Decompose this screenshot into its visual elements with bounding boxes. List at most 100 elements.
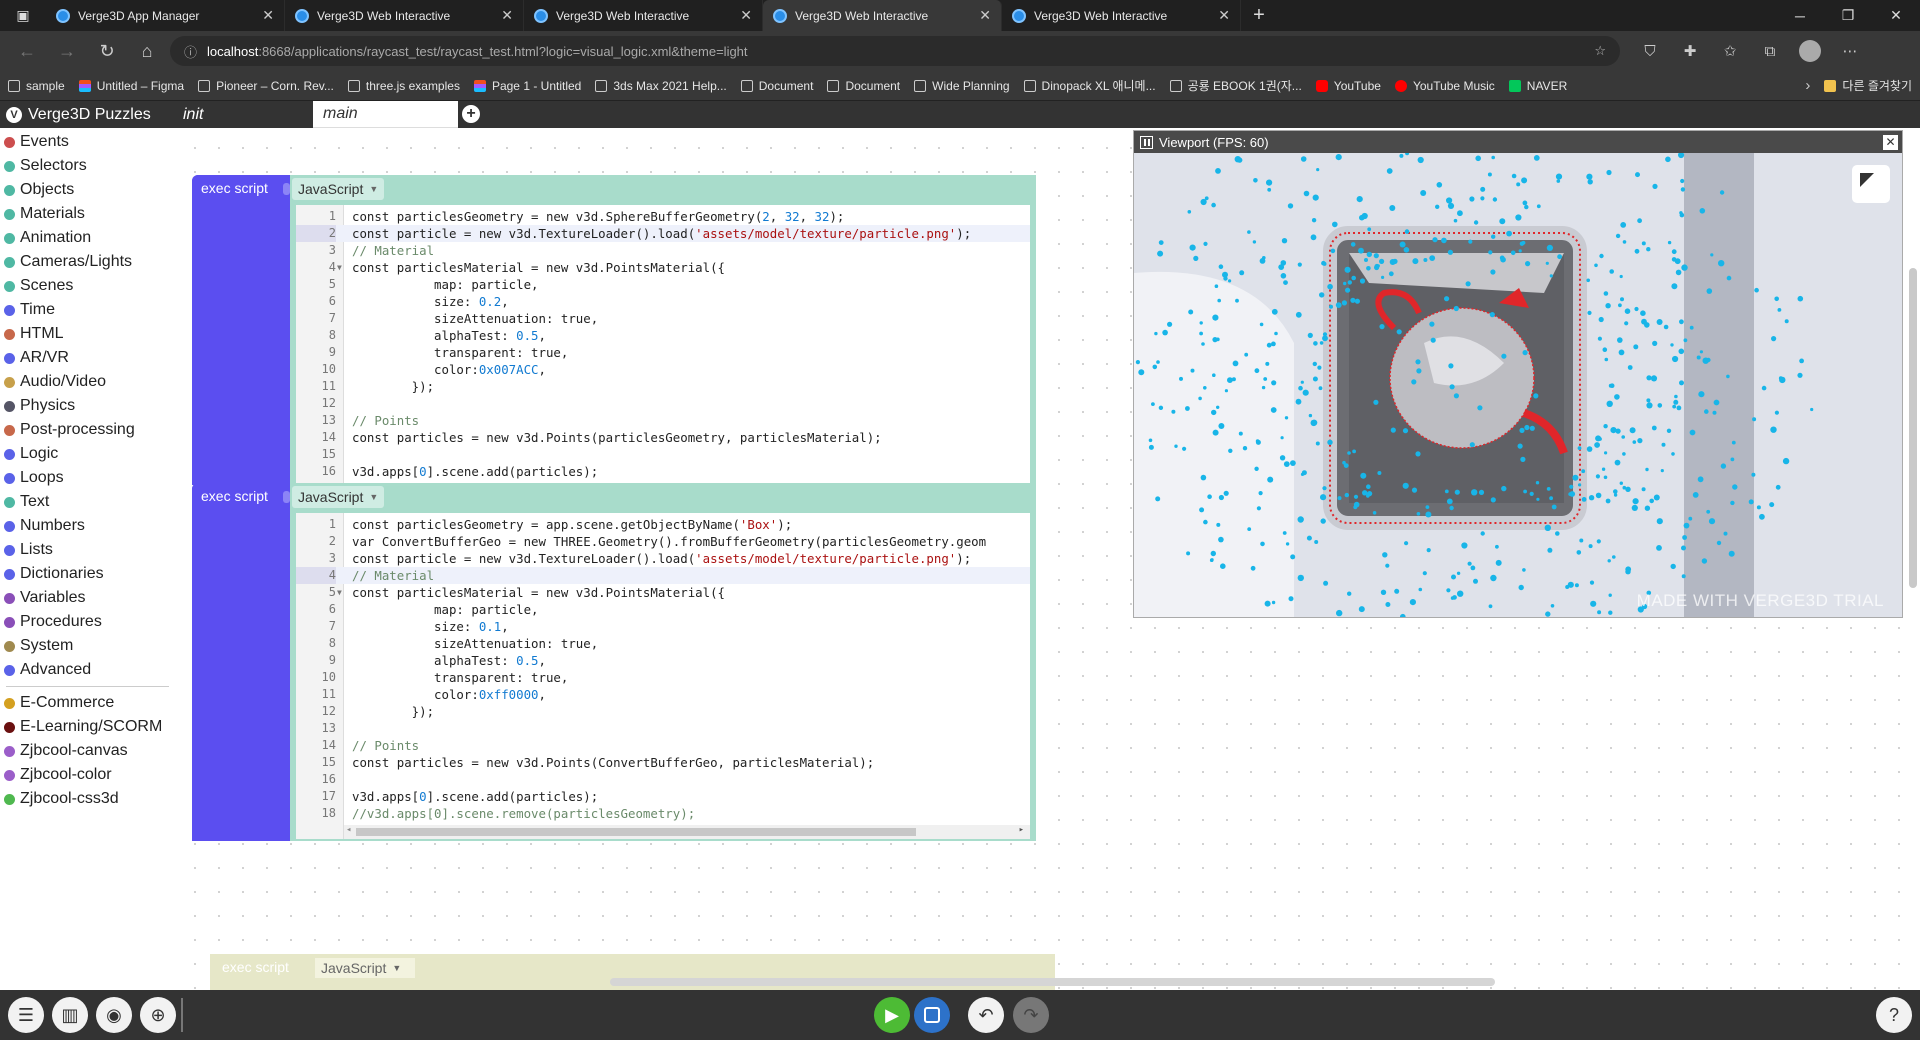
new-tab-button[interactable]: + xyxy=(1241,0,1277,31)
restore-icon[interactable]: ❐ xyxy=(1824,0,1872,31)
favorite-icon[interactable]: ☆ xyxy=(1594,43,1606,59)
run-button[interactable]: ▶ xyxy=(874,997,910,1033)
category-numbers[interactable]: Numbers xyxy=(0,514,175,538)
category-materials[interactable]: Materials xyxy=(0,202,175,226)
code-editor[interactable]: 1 const particlesGeometry = app.scene.get… xyxy=(296,513,1030,839)
redo-icon[interactable]: ↷ xyxy=(1013,997,1049,1033)
category-logic[interactable]: Logic xyxy=(0,442,175,466)
bookmark-item[interactable]: three.js examples xyxy=(347,79,460,93)
exec-script-block[interactable]: exec script JavaScript ▼ 1 const particlesGe… xyxy=(192,175,1036,485)
reload-button[interactable]: ↻ xyxy=(90,36,124,66)
category-text[interactable]: Text xyxy=(0,490,175,514)
fold-arrow-icon[interactable]: ▼ xyxy=(337,259,342,276)
bookmark-item[interactable]: Document xyxy=(827,79,900,93)
tab-init[interactable]: init xyxy=(175,101,313,128)
minimize-icon[interactable]: ─ xyxy=(1776,0,1824,31)
category-advanced[interactable]: Advanced xyxy=(0,658,175,682)
category-selectors[interactable]: Selectors xyxy=(0,154,175,178)
browser-tab[interactable]: Verge3D Web Interactive ✕ xyxy=(1002,0,1241,31)
bookmark-item[interactable]: Untitled – Figma xyxy=(78,79,184,93)
save-button[interactable] xyxy=(914,997,950,1033)
workspace-horizontal-scrollbar[interactable] xyxy=(610,978,1495,986)
category-variables[interactable]: Variables xyxy=(0,586,175,610)
more-menu-icon[interactable]: ⋯ xyxy=(1834,36,1866,66)
category-html[interactable]: HTML xyxy=(0,322,175,346)
bookmark-item[interactable]: YouTube Music xyxy=(1394,79,1495,93)
bookmark-item[interactable]: NAVER xyxy=(1508,79,1567,93)
browser-tab[interactable]: Verge3D Web Interactive ✕ xyxy=(524,0,763,31)
shield-icon[interactable]: ⛉ xyxy=(1634,36,1666,66)
fullscreen-icon[interactable] xyxy=(1852,165,1890,203)
scroll-right-icon[interactable]: ▸ xyxy=(1019,825,1024,835)
category-post-processing[interactable]: Post-processing xyxy=(0,418,175,442)
category-objects[interactable]: Objects xyxy=(0,178,175,202)
bookmarks-overflow-icon[interactable]: › xyxy=(1805,77,1810,94)
close-tab-icon[interactable]: ✕ xyxy=(979,7,991,24)
close-tab-icon[interactable]: ✕ xyxy=(1218,7,1230,24)
category-audio-video[interactable]: Audio/Video xyxy=(0,370,175,394)
category-e-commerce[interactable]: E-Commerce xyxy=(0,691,175,715)
collections-icon[interactable]: ⧉ xyxy=(1754,36,1786,66)
menu-list-icon[interactable]: ☰ xyxy=(8,997,44,1033)
info-icon[interactable]: ⓘ xyxy=(184,42,197,61)
center-view-icon[interactable]: ⊕ xyxy=(140,997,176,1033)
bookmark-item[interactable]: 3ds Max 2021 Help... xyxy=(595,79,727,93)
bookmark-item[interactable]: sample xyxy=(8,79,65,93)
library-icon[interactable]: ▥ xyxy=(52,997,88,1033)
category-time[interactable]: Time xyxy=(0,298,175,322)
category-animation[interactable]: Animation xyxy=(0,226,175,250)
language-dropdown[interactable]: JavaScript ▼ xyxy=(315,958,415,978)
category-system[interactable]: System xyxy=(0,634,175,658)
category-procedures[interactable]: Procedures xyxy=(0,610,175,634)
extensions-icon[interactable]: ✚ xyxy=(1674,36,1706,66)
url-field[interactable]: ⓘ localhost:8668/applications/raycast_te… xyxy=(170,36,1620,66)
language-dropdown[interactable]: JavaScript ▼ xyxy=(292,486,384,508)
category-cameras-lights[interactable]: Cameras/Lights xyxy=(0,250,175,274)
favorites-icon[interactable]: ✩ xyxy=(1714,36,1746,66)
screenshot-icon[interactable]: ◉ xyxy=(96,997,132,1033)
category-zjbcool-color[interactable]: Zjbcool-color xyxy=(0,763,175,787)
back-button[interactable]: ← xyxy=(10,36,44,66)
bookmark-item[interactable]: 공룡 EBOOK 1권(자... xyxy=(1169,77,1302,94)
category-zjbcool-canvas[interactable]: Zjbcool-canvas xyxy=(0,739,175,763)
category-dictionaries[interactable]: Dictionaries xyxy=(0,562,175,586)
category-ar-vr[interactable]: AR/VR xyxy=(0,346,175,370)
category-lists[interactable]: Lists xyxy=(0,538,175,562)
bookmark-item[interactable]: Pioneer – Corn. Rev... xyxy=(198,79,334,93)
vertical-scrollbar[interactable] xyxy=(1906,128,1920,990)
browser-tab[interactable]: Verge3D Web Interactive ✕ xyxy=(763,0,1002,31)
close-window-icon[interactable]: ✕ xyxy=(1872,0,1920,31)
bookmark-item[interactable]: Page 1 - Untitled xyxy=(473,79,581,93)
profile-avatar[interactable] xyxy=(1799,40,1821,62)
category-loops[interactable]: Loops xyxy=(0,466,175,490)
undo-icon[interactable]: ↶ xyxy=(968,997,1004,1033)
pause-icon[interactable] xyxy=(1140,135,1153,149)
category-events[interactable]: Events xyxy=(0,130,175,154)
bookmark-item[interactable]: Wide Planning xyxy=(914,79,1010,93)
fold-arrow-icon[interactable]: ▼ xyxy=(337,584,342,601)
close-icon[interactable]: ✕ xyxy=(1883,134,1898,150)
category-e-learning-scorm[interactable]: E-Learning/SCORM xyxy=(0,715,175,739)
close-tab-icon[interactable]: ✕ xyxy=(740,7,752,24)
bookmark-item[interactable]: YouTube xyxy=(1315,79,1381,93)
category-zjbcool-css3d[interactable]: Zjbcool-css3d xyxy=(0,787,175,811)
viewport-titlebar[interactable]: Viewport (FPS: 60) ✕ xyxy=(1134,131,1902,153)
add-workspace-icon[interactable]: + xyxy=(462,105,480,123)
bookmark-item[interactable]: Document xyxy=(740,79,813,93)
help-icon[interactable]: ? xyxy=(1876,997,1912,1033)
browser-tab[interactable]: Verge3D Web Interactive ✕ xyxy=(285,0,524,31)
code-editor[interactable]: 1 const particlesGeometry = new v3d.Spher… xyxy=(296,205,1030,483)
exec-script-block[interactable]: exec script JavaScript ▼ 1 const particlesGe… xyxy=(192,483,1036,841)
language-dropdown[interactable]: JavaScript ▼ xyxy=(292,178,384,200)
tab-actions-icon[interactable]: ▣ xyxy=(0,0,46,31)
other-bookmarks[interactable]: 다른 즐겨찾기 xyxy=(1824,77,1912,94)
home-button[interactable]: ⌂ xyxy=(130,36,164,66)
bookmark-item[interactable]: Dinopack XL 애니메... xyxy=(1023,77,1156,94)
tab-main[interactable]: main xyxy=(313,101,458,128)
editor-horizontal-scrollbar[interactable]: ◂ ▸ xyxy=(344,825,1030,839)
forward-button[interactable]: → xyxy=(50,36,84,66)
category-scenes[interactable]: Scenes xyxy=(0,274,175,298)
close-tab-icon[interactable]: ✕ xyxy=(262,7,274,24)
close-tab-icon[interactable]: ✕ xyxy=(501,7,513,24)
viewport-canvas[interactable]: MADE WITH VERGE3D TRIAL xyxy=(1134,153,1902,617)
